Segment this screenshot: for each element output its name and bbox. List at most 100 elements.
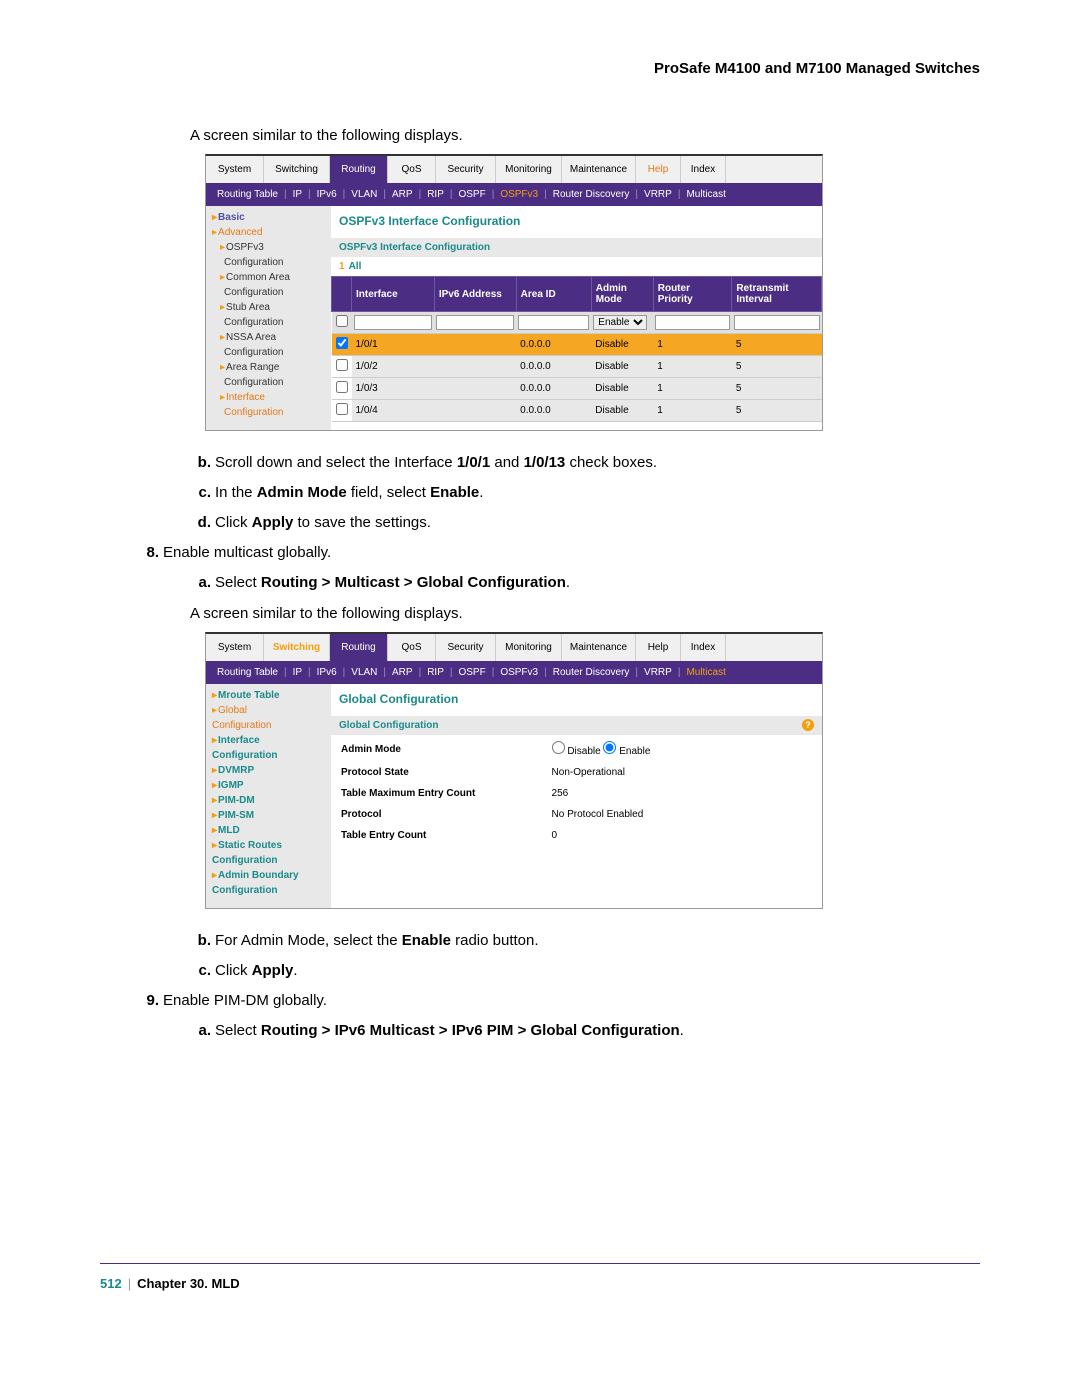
tab-routing[interactable]: Routing bbox=[330, 156, 388, 183]
select-all-checkbox[interactable] bbox=[336, 315, 348, 327]
row-checkbox[interactable] bbox=[336, 403, 348, 415]
sidebar-item-static-routes[interactable]: ▸Static Routes bbox=[210, 838, 331, 853]
enable-radio[interactable]: Enable bbox=[603, 746, 650, 757]
tab-security[interactable]: Security bbox=[436, 156, 496, 183]
top-tabs-2: SystemSwitchingRoutingQoSSecurityMonitor… bbox=[206, 634, 822, 661]
subnav-vrrp[interactable]: VRRP bbox=[644, 667, 672, 678]
sidebar-item-mroute-table[interactable]: ▸Mroute Table bbox=[210, 688, 331, 703]
sidebar-item-admin-boundary[interactable]: ▸Admin Boundary bbox=[210, 868, 331, 883]
section-header-1: OSPFv3 Interface Configuration bbox=[331, 238, 822, 257]
subnav-routing-table[interactable]: Routing Table bbox=[217, 667, 278, 678]
sidebar-item-basic[interactable]: ▸Basic bbox=[210, 210, 331, 225]
table-row[interactable]: 1/0/10.0.0.0Disable15 bbox=[332, 334, 822, 356]
config-row: Table Entry Count0 bbox=[333, 826, 820, 845]
sidebar-item-interface[interactable]: ▸Interface bbox=[210, 390, 331, 405]
sidebar-item-configuration[interactable]: Configuration bbox=[210, 345, 331, 360]
tab-index[interactable]: Index bbox=[681, 634, 726, 661]
tab-index[interactable]: Index bbox=[681, 156, 726, 183]
sidebar-item-pim-dm[interactable]: ▸PIM-DM bbox=[210, 793, 331, 808]
sidebar-item-ospfv3[interactable]: ▸OSPFv3 bbox=[210, 240, 331, 255]
subnav-vlan[interactable]: VLAN bbox=[351, 189, 377, 200]
config-table: Admin Mode Disable EnableProtocol StateN… bbox=[331, 735, 822, 847]
sidebar-item-configuration[interactable]: Configuration bbox=[210, 405, 331, 420]
instr-block-1: b.Scroll down and select the Interface 1… bbox=[165, 451, 980, 595]
sidebar-item-configuration[interactable]: Configuration bbox=[210, 718, 331, 733]
subnav-rip[interactable]: RIP bbox=[427, 189, 444, 200]
ipv6-input[interactable] bbox=[436, 315, 514, 330]
subnav-ipv6[interactable]: IPv6 bbox=[317, 667, 337, 678]
retransmit-input[interactable] bbox=[734, 315, 820, 330]
subnav-ospf[interactable]: OSPF bbox=[458, 189, 485, 200]
subnav-multicast[interactable]: Multicast bbox=[686, 667, 725, 678]
subnav-arp[interactable]: ARP bbox=[392, 667, 413, 678]
sidebar-item-configuration[interactable]: Configuration bbox=[210, 255, 331, 270]
tab-help[interactable]: Help bbox=[636, 156, 681, 183]
sidebar-2: ▸Mroute Table▸GlobalConfiguration▸Interf… bbox=[206, 684, 331, 908]
tab-switching[interactable]: Switching bbox=[264, 156, 330, 183]
sidebar-item-configuration[interactable]: Configuration bbox=[210, 853, 331, 868]
page-header-title: ProSafe M4100 and M7100 Managed Switches bbox=[100, 60, 980, 77]
sidebar-item-mld[interactable]: ▸MLD bbox=[210, 823, 331, 838]
row-checkbox[interactable] bbox=[336, 337, 348, 349]
subnav-ip[interactable]: IP bbox=[293, 189, 302, 200]
sidebar-item-pim-sm[interactable]: ▸PIM-SM bbox=[210, 808, 331, 823]
tab-monitoring[interactable]: Monitoring bbox=[496, 156, 562, 183]
sidebar-item-global[interactable]: ▸Global bbox=[210, 703, 331, 718]
subnav-router-discovery[interactable]: Router Discovery bbox=[553, 667, 630, 678]
subnav-ip[interactable]: IP bbox=[293, 667, 302, 678]
sidebar-item-area-range[interactable]: ▸Area Range bbox=[210, 360, 331, 375]
subnav-multicast[interactable]: Multicast bbox=[686, 189, 725, 200]
sidebar-item-interface[interactable]: ▸Interface bbox=[210, 733, 331, 748]
sidebar-item-configuration[interactable]: Configuration bbox=[210, 315, 331, 330]
subnav-ospf[interactable]: OSPF bbox=[458, 667, 485, 678]
tab-help[interactable]: Help bbox=[636, 634, 681, 661]
sidebar-item-configuration[interactable]: Configuration bbox=[210, 883, 331, 898]
help-icon[interactable]: ? bbox=[802, 719, 814, 731]
subnav-router-discovery[interactable]: Router Discovery bbox=[553, 189, 630, 200]
subnav-ospfv3[interactable]: OSPFv3 bbox=[500, 667, 538, 678]
page-footer: 512|Chapter 30. MLD bbox=[100, 1263, 980, 1291]
sidebar-item-dvmrp[interactable]: ▸DVMRP bbox=[210, 763, 331, 778]
section-header-2: Global Configuration? bbox=[331, 716, 822, 735]
subnav-routing-table[interactable]: Routing Table bbox=[217, 189, 278, 200]
all-filter[interactable]: 1All bbox=[331, 257, 822, 276]
row-checkbox[interactable] bbox=[336, 381, 348, 393]
area-input[interactable] bbox=[518, 315, 589, 330]
config-row: Protocol StateNon-Operational bbox=[333, 763, 820, 782]
sidebar-item-configuration[interactable]: Configuration bbox=[210, 285, 331, 300]
sidebar-item-advanced[interactable]: ▸Advanced bbox=[210, 225, 331, 240]
table-row[interactable]: 1/0/30.0.0.0Disable15 bbox=[332, 378, 822, 400]
subnav-ipv6[interactable]: IPv6 bbox=[317, 189, 337, 200]
subnav-vrrp[interactable]: VRRP bbox=[644, 189, 672, 200]
intro-text-1: A screen similar to the following displa… bbox=[190, 127, 980, 144]
subnav-rip[interactable]: RIP bbox=[427, 667, 444, 678]
admin-mode-select[interactable]: Enable bbox=[593, 315, 647, 330]
tab-system[interactable]: System bbox=[206, 156, 264, 183]
tab-maintenance[interactable]: Maintenance bbox=[562, 634, 636, 661]
tab-qos[interactable]: QoS bbox=[388, 156, 436, 183]
subnav-vlan[interactable]: VLAN bbox=[351, 667, 377, 678]
row-checkbox[interactable] bbox=[336, 359, 348, 371]
tab-monitoring[interactable]: Monitoring bbox=[496, 634, 562, 661]
tab-routing[interactable]: Routing bbox=[330, 634, 388, 661]
sidebar-item-stub-area[interactable]: ▸Stub Area bbox=[210, 300, 331, 315]
subnav-arp[interactable]: ARP bbox=[392, 189, 413, 200]
sidebar-item-igmp[interactable]: ▸IGMP bbox=[210, 778, 331, 793]
tab-maintenance[interactable]: Maintenance bbox=[562, 156, 636, 183]
sidebar-item-nssa-area[interactable]: ▸NSSA Area bbox=[210, 330, 331, 345]
sidebar-item-common-area[interactable]: ▸Common Area bbox=[210, 270, 331, 285]
tab-switching[interactable]: Switching bbox=[264, 634, 330, 661]
tab-security[interactable]: Security bbox=[436, 634, 496, 661]
tab-qos[interactable]: QoS bbox=[388, 634, 436, 661]
tab-system[interactable]: System bbox=[206, 634, 264, 661]
sidebar-item-configuration[interactable]: Configuration bbox=[210, 375, 331, 390]
disable-radio[interactable]: Disable bbox=[552, 746, 601, 757]
interface-input[interactable] bbox=[354, 315, 433, 330]
screenshot-ospfv3: SystemSwitchingRoutingQoSSecurityMonitor… bbox=[205, 154, 823, 431]
content-title-2: Global Configuration bbox=[331, 688, 822, 710]
table-row[interactable]: 1/0/40.0.0.0Disable15 bbox=[332, 400, 822, 422]
table-row[interactable]: 1/0/20.0.0.0Disable15 bbox=[332, 356, 822, 378]
priority-input[interactable] bbox=[655, 315, 730, 330]
subnav-ospfv3[interactable]: OSPFv3 bbox=[500, 189, 538, 200]
sidebar-item-configuration[interactable]: Configuration bbox=[210, 748, 331, 763]
